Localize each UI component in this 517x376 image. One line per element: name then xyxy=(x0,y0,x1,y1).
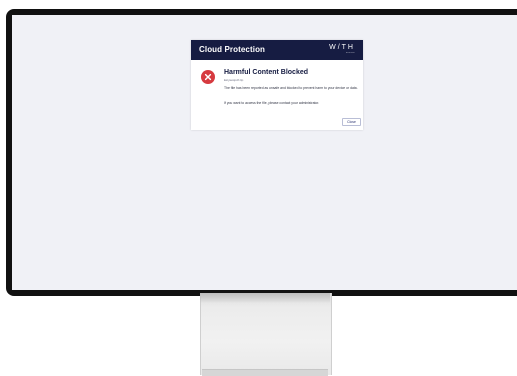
contact-message: If you want to access the file, please c… xyxy=(224,101,320,105)
close-button[interactable]: Close xyxy=(342,118,361,126)
dialog-title: Cloud Protection xyxy=(199,45,266,54)
blocked-filename: Eicytestpdf.zip xyxy=(224,78,244,82)
screen: Cloud Protection W/TH secure Harmful Con… xyxy=(12,15,517,290)
brand-logo: W/TH secure xyxy=(329,44,355,55)
dialog-header: Cloud Protection W/TH secure xyxy=(191,40,363,60)
stand-shadow xyxy=(200,293,330,303)
monitor-stand xyxy=(200,293,332,375)
cloud-protection-dialog: Cloud Protection W/TH secure Harmful Con… xyxy=(191,40,363,130)
x-icon xyxy=(204,73,212,81)
error-icon xyxy=(201,70,215,84)
blocked-message: The file has been reported as unsafe and… xyxy=(224,86,358,90)
blocked-heading: Harmful Content Blocked xyxy=(224,69,309,76)
brand-logo-subtext: secure xyxy=(345,52,355,54)
brand-logo-text: W/TH xyxy=(329,44,355,51)
